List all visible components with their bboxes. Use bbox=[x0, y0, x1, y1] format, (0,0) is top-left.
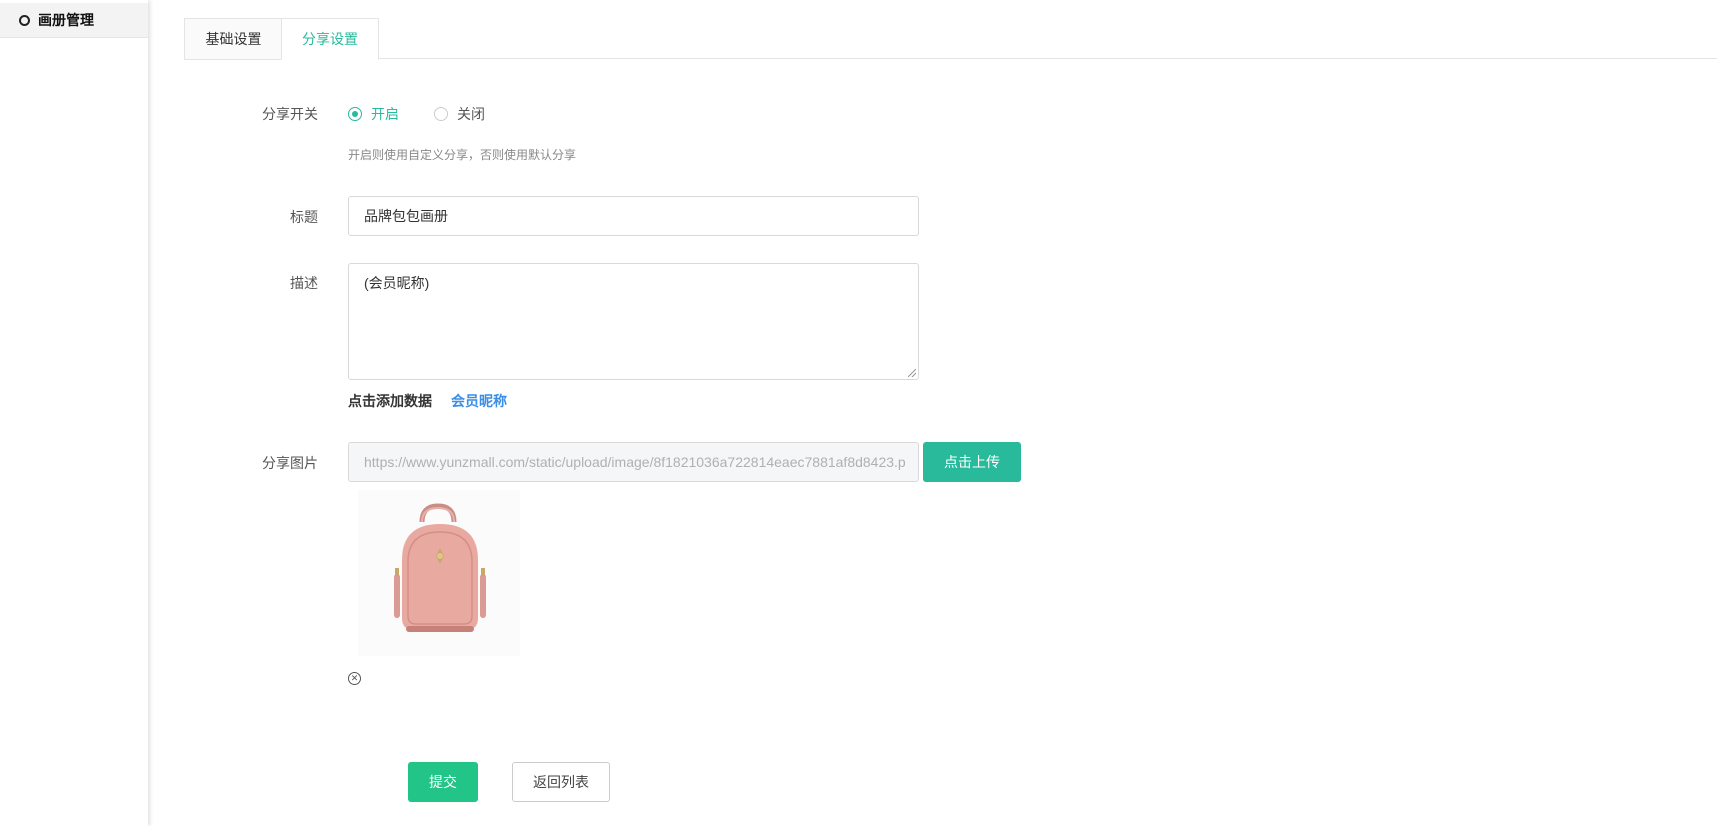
tab-basic-settings[interactable]: 基础设置 bbox=[184, 18, 282, 60]
share-image-url-value: https://www.yunzmall.com/static/upload/i… bbox=[364, 454, 906, 470]
member-nickname-link[interactable]: 会员昵称 bbox=[451, 391, 507, 411]
title-input-value: 品牌包包画册 bbox=[364, 208, 448, 224]
radio-share-off[interactable]: 关闭 bbox=[434, 104, 485, 124]
upload-button[interactable]: 点击上传 bbox=[923, 442, 1021, 482]
backpack-image bbox=[394, 503, 486, 632]
share-image-url-input[interactable]: https://www.yunzmall.com/static/upload/i… bbox=[348, 442, 919, 482]
description-textarea[interactable]: (会员昵称) bbox=[348, 263, 919, 380]
title-label: 标题 bbox=[290, 209, 318, 225]
tab-share-settings[interactable]: 分享设置 bbox=[281, 18, 379, 60]
add-data-label: 点击添加数据 bbox=[348, 393, 432, 409]
sidebar-item-album-management[interactable]: 画册管理 bbox=[0, 3, 148, 38]
share-switch-label: 分享开关 bbox=[262, 106, 318, 122]
share-image-label: 分享图片 bbox=[262, 455, 318, 471]
back-to-list-button[interactable]: 返回列表 bbox=[512, 762, 610, 802]
title-input[interactable]: 品牌包包画册 bbox=[348, 196, 919, 236]
circle-icon bbox=[19, 14, 30, 26]
share-image-preview bbox=[358, 490, 520, 656]
share-switch-hint: 开启则使用自定义分享，否则使用默认分享 bbox=[348, 148, 577, 162]
resize-grip-icon[interactable] bbox=[908, 369, 916, 377]
description-label: 描述 bbox=[290, 275, 318, 291]
radio-share-on[interactable]: 开启 bbox=[348, 104, 399, 124]
submit-button[interactable]: 提交 bbox=[408, 762, 478, 802]
radio-dot-icon bbox=[348, 107, 362, 121]
description-value: (会员昵称) bbox=[364, 275, 430, 291]
tab-bar: 基础设置 分享设置 bbox=[184, 0, 1717, 60]
sidebar-item-label: 画册管理 bbox=[38, 12, 94, 28]
sidebar: 画册管理 bbox=[0, 0, 148, 826]
radio-label: 关闭 bbox=[457, 106, 485, 122]
radio-dot-icon bbox=[434, 107, 448, 121]
radio-label: 开启 bbox=[371, 106, 399, 122]
remove-image-icon[interactable]: ✕ bbox=[348, 672, 361, 685]
